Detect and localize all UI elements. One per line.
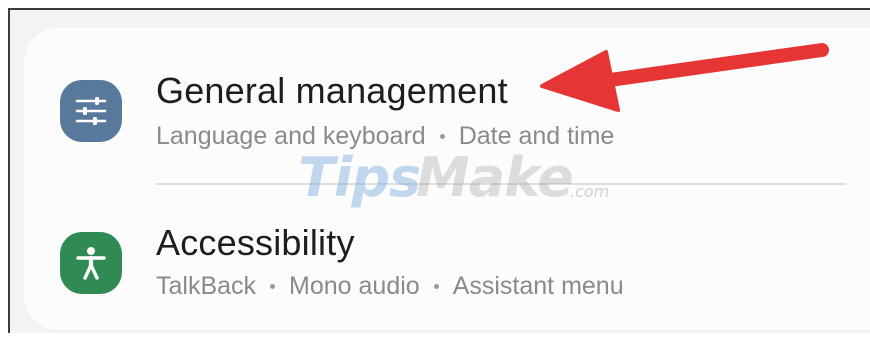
subtitle-language-keyboard: Language and keyboard: [156, 122, 426, 150]
subtitle-mono-audio: Mono audio: [289, 272, 420, 300]
subtitle-date-time: Date and time: [458, 122, 615, 150]
settings-item-accessibility[interactable]: Accessibility TalkBack Mono audio Assist…: [24, 178, 864, 308]
screenshot-frame: General management Language and keyboard…: [8, 8, 870, 333]
accessibility-person-icon: [60, 232, 122, 294]
separator-dot: [433, 284, 439, 289]
separator-dot: [439, 134, 445, 139]
general-management-title: General management: [156, 70, 508, 111]
sliders-icon: [60, 80, 122, 142]
red-arrow-annotation: [540, 43, 829, 112]
accessibility-subtitle: TalkBack Mono audio Assistant menu: [156, 272, 624, 301]
general-management-subtitle: Language and keyboard Date and time: [156, 122, 614, 151]
separator-dot: [270, 284, 276, 289]
subtitle-talkback: TalkBack: [156, 272, 257, 300]
subtitle-assistant-menu: Assistant menu: [452, 272, 624, 300]
accessibility-title: Accessibility: [156, 222, 355, 263]
